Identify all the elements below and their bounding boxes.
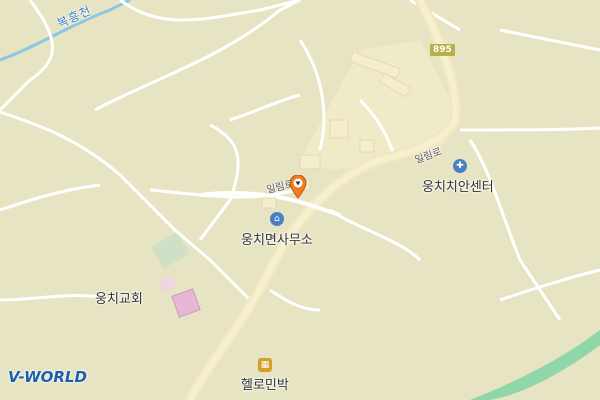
- office-icon[interactable]: ⌂: [270, 212, 284, 226]
- route-badge: 895: [430, 44, 455, 56]
- partial-edge-label: [592, 262, 596, 277]
- place-label-lodging[interactable]: 헬로민박: [241, 374, 289, 393]
- place-label-office[interactable]: 웅치면사무소: [241, 229, 313, 248]
- lodging-icon[interactable]: ▦: [258, 358, 272, 372]
- place-label-police[interactable]: 웅치치안센터: [422, 176, 494, 195]
- police-icon[interactable]: ✚: [453, 159, 467, 173]
- vworld-logo: V-WORLD: [8, 368, 87, 386]
- place-label-church[interactable]: 웅치교회: [95, 288, 143, 307]
- location-pin-icon[interactable]: [289, 174, 307, 203]
- map-canvas[interactable]: 895 복흥천 일림로 일림로 ⌂ 웅치면사무소 ✚ 웅치치안센터 웅치교회 ▦…: [0, 0, 600, 400]
